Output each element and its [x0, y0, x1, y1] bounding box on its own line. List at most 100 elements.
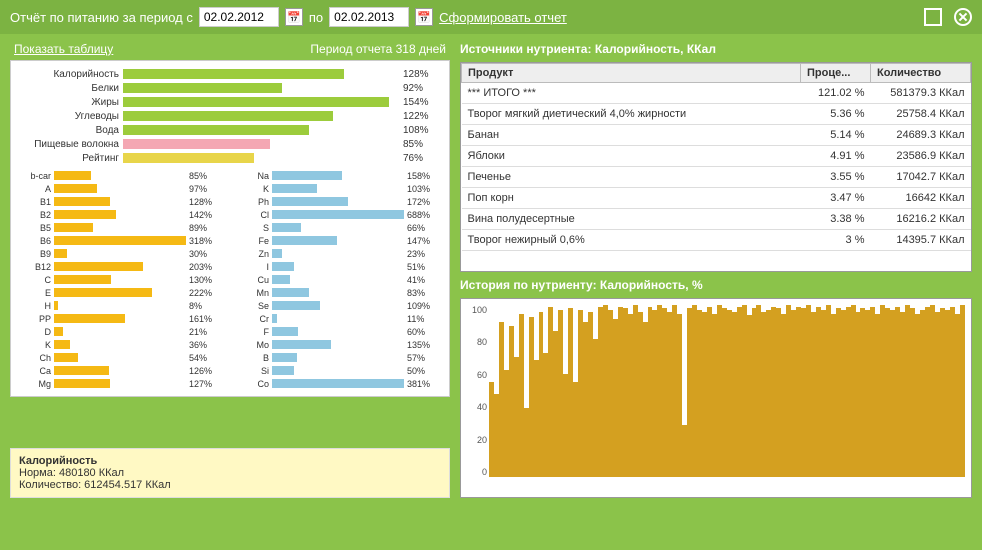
table-row[interactable]: Банан 5.14 % 24689.3 ККал — [462, 125, 971, 146]
micro-row: Se 109% — [237, 299, 441, 312]
micro-row: B1 128% — [19, 195, 223, 208]
micro-row: Co 381% — [237, 377, 441, 390]
micro-row: K 103% — [237, 182, 441, 195]
micro-row: I 51% — [237, 260, 441, 273]
info-amount: Количество: 612454.517 ККал — [19, 479, 441, 491]
micro-row: C 130% — [19, 273, 223, 286]
col-percent[interactable]: Проце... — [801, 64, 871, 83]
cell-product: Творог мягкий диетический 4,0% жирности — [462, 104, 801, 125]
micro-label: Ca — [19, 366, 51, 376]
micro-row: Na 158% — [237, 169, 441, 182]
micro-label: B12 — [19, 262, 51, 272]
micro-row: Zn 23% — [237, 247, 441, 260]
col-amount[interactable]: Количество — [871, 64, 971, 83]
info-norm: Норма: 480180 ККал — [19, 467, 441, 479]
col-product[interactable]: Продукт — [462, 64, 801, 83]
table-row[interactable]: Творог нежирный 0,6% 3 % 14395.7 ККал — [462, 230, 971, 251]
micro-pct: 222% — [189, 288, 223, 298]
micro-row: B2 142% — [19, 208, 223, 221]
date-to-input[interactable] — [329, 7, 409, 27]
close-icon[interactable] — [954, 8, 972, 26]
micro-row: Ca 126% — [19, 364, 223, 377]
micro-row: b-car 85% — [19, 169, 223, 182]
macro-label: Калорийность — [19, 69, 119, 80]
cell-product: *** ИТОГО *** — [462, 83, 801, 104]
macro-label: Жиры — [19, 97, 119, 108]
micro-label: K — [237, 184, 269, 194]
macro-pct: 122% — [403, 111, 441, 122]
macro-label: Вода — [19, 125, 119, 136]
to-label: по — [309, 10, 323, 25]
micro-row: Ch 54% — [19, 351, 223, 364]
micro-pct: 135% — [407, 340, 441, 350]
cell-percent: 3.38 % — [801, 209, 871, 230]
table-row[interactable]: Печенье 3.55 % 17042.7 ККал — [462, 167, 971, 188]
table-row[interactable]: Яблоки 4.91 % 23586.9 ККал — [462, 146, 971, 167]
table-row[interactable]: Вина полудесертные 3.38 % 16216.2 ККал — [462, 209, 971, 230]
macro-label: Углеводы — [19, 111, 119, 122]
window-icon[interactable] — [924, 8, 942, 26]
table-row[interactable]: *** ИТОГО *** 121.02 % 581379.3 ККал — [462, 83, 971, 104]
cell-amount: 14395.7 ККал — [871, 230, 971, 251]
calendar-icon[interactable]: 📅 — [415, 8, 433, 26]
macro-pct: 108% — [403, 125, 441, 136]
macro-pct: 85% — [403, 139, 441, 150]
macro-row: Вода 108% — [19, 123, 441, 137]
info-title: Калорийность — [19, 455, 441, 467]
micro-row: PP 161% — [19, 312, 223, 325]
micro-label: Ch — [19, 353, 51, 363]
micro-pct: 172% — [407, 197, 441, 207]
macro-pct: 128% — [403, 69, 441, 80]
date-from-input[interactable] — [199, 7, 279, 27]
cell-amount: 16216.2 ККал — [871, 209, 971, 230]
micro-pct: 381% — [407, 379, 441, 389]
micro-row: B12 203% — [19, 260, 223, 273]
micro-pct: 36% — [189, 340, 223, 350]
macro-label: Рейтинг — [19, 153, 119, 164]
cell-percent: 4.91 % — [801, 146, 871, 167]
micro-label: C — [19, 275, 51, 285]
period-text: Период отчета 318 дней — [310, 42, 446, 56]
micro-label: B1 — [19, 197, 51, 207]
generate-report-link[interactable]: Сформировать отчет — [439, 10, 567, 25]
header-bar: Отчёт по питанию за период с 📅 по 📅 Сфор… — [0, 0, 982, 34]
micro-label: D — [19, 327, 51, 337]
micro-label: S — [237, 223, 269, 233]
micro-row: B6 318% — [19, 234, 223, 247]
micro-row: Mg 127% — [19, 377, 223, 390]
micro-row: Fe 147% — [237, 234, 441, 247]
micro-row: A 97% — [19, 182, 223, 195]
micro-pct: 97% — [189, 184, 223, 194]
micro-row: Mo 135% — [237, 338, 441, 351]
table-row[interactable]: Поп корн 3.47 % 16642 ККал — [462, 188, 971, 209]
calendar-icon[interactable]: 📅 — [285, 8, 303, 26]
micro-pct: 103% — [407, 184, 441, 194]
micro-pct: 147% — [407, 236, 441, 246]
sources-table[interactable]: Продукт Проце... Количество *** ИТОГО **… — [460, 62, 972, 272]
nutrient-bars-panel: Калорийность 128% Белки 92% Жиры 154% Уг… — [10, 60, 450, 397]
cell-percent: 121.02 % — [801, 83, 871, 104]
cell-amount: 581379.3 ККал — [871, 83, 971, 104]
micro-label: Co — [237, 379, 269, 389]
micro-row: B9 30% — [19, 247, 223, 260]
micro-row: Cl 688% — [237, 208, 441, 221]
micro-pct: 50% — [407, 366, 441, 376]
micro-label: Na — [237, 171, 269, 181]
cell-amount: 25758.4 ККал — [871, 104, 971, 125]
micro-label: B9 — [19, 249, 51, 259]
micro-pct: 66% — [407, 223, 441, 233]
table-row[interactable]: Творог мягкий диетический 4,0% жирности … — [462, 104, 971, 125]
cell-product: Печенье — [462, 167, 801, 188]
macro-row: Жиры 154% — [19, 95, 441, 109]
micro-pct: 161% — [189, 314, 223, 324]
cell-amount: 24689.3 ККал — [871, 125, 971, 146]
micro-pct: 89% — [189, 223, 223, 233]
micro-pct: 41% — [407, 275, 441, 285]
cell-percent: 3.55 % — [801, 167, 871, 188]
micro-row: B 57% — [237, 351, 441, 364]
micro-pct: 688% — [407, 210, 441, 220]
micro-pct: 158% — [407, 171, 441, 181]
micro-label: Cr — [237, 314, 269, 324]
show-table-link[interactable]: Показать таблицу — [14, 42, 113, 56]
micro-label: I — [237, 262, 269, 272]
